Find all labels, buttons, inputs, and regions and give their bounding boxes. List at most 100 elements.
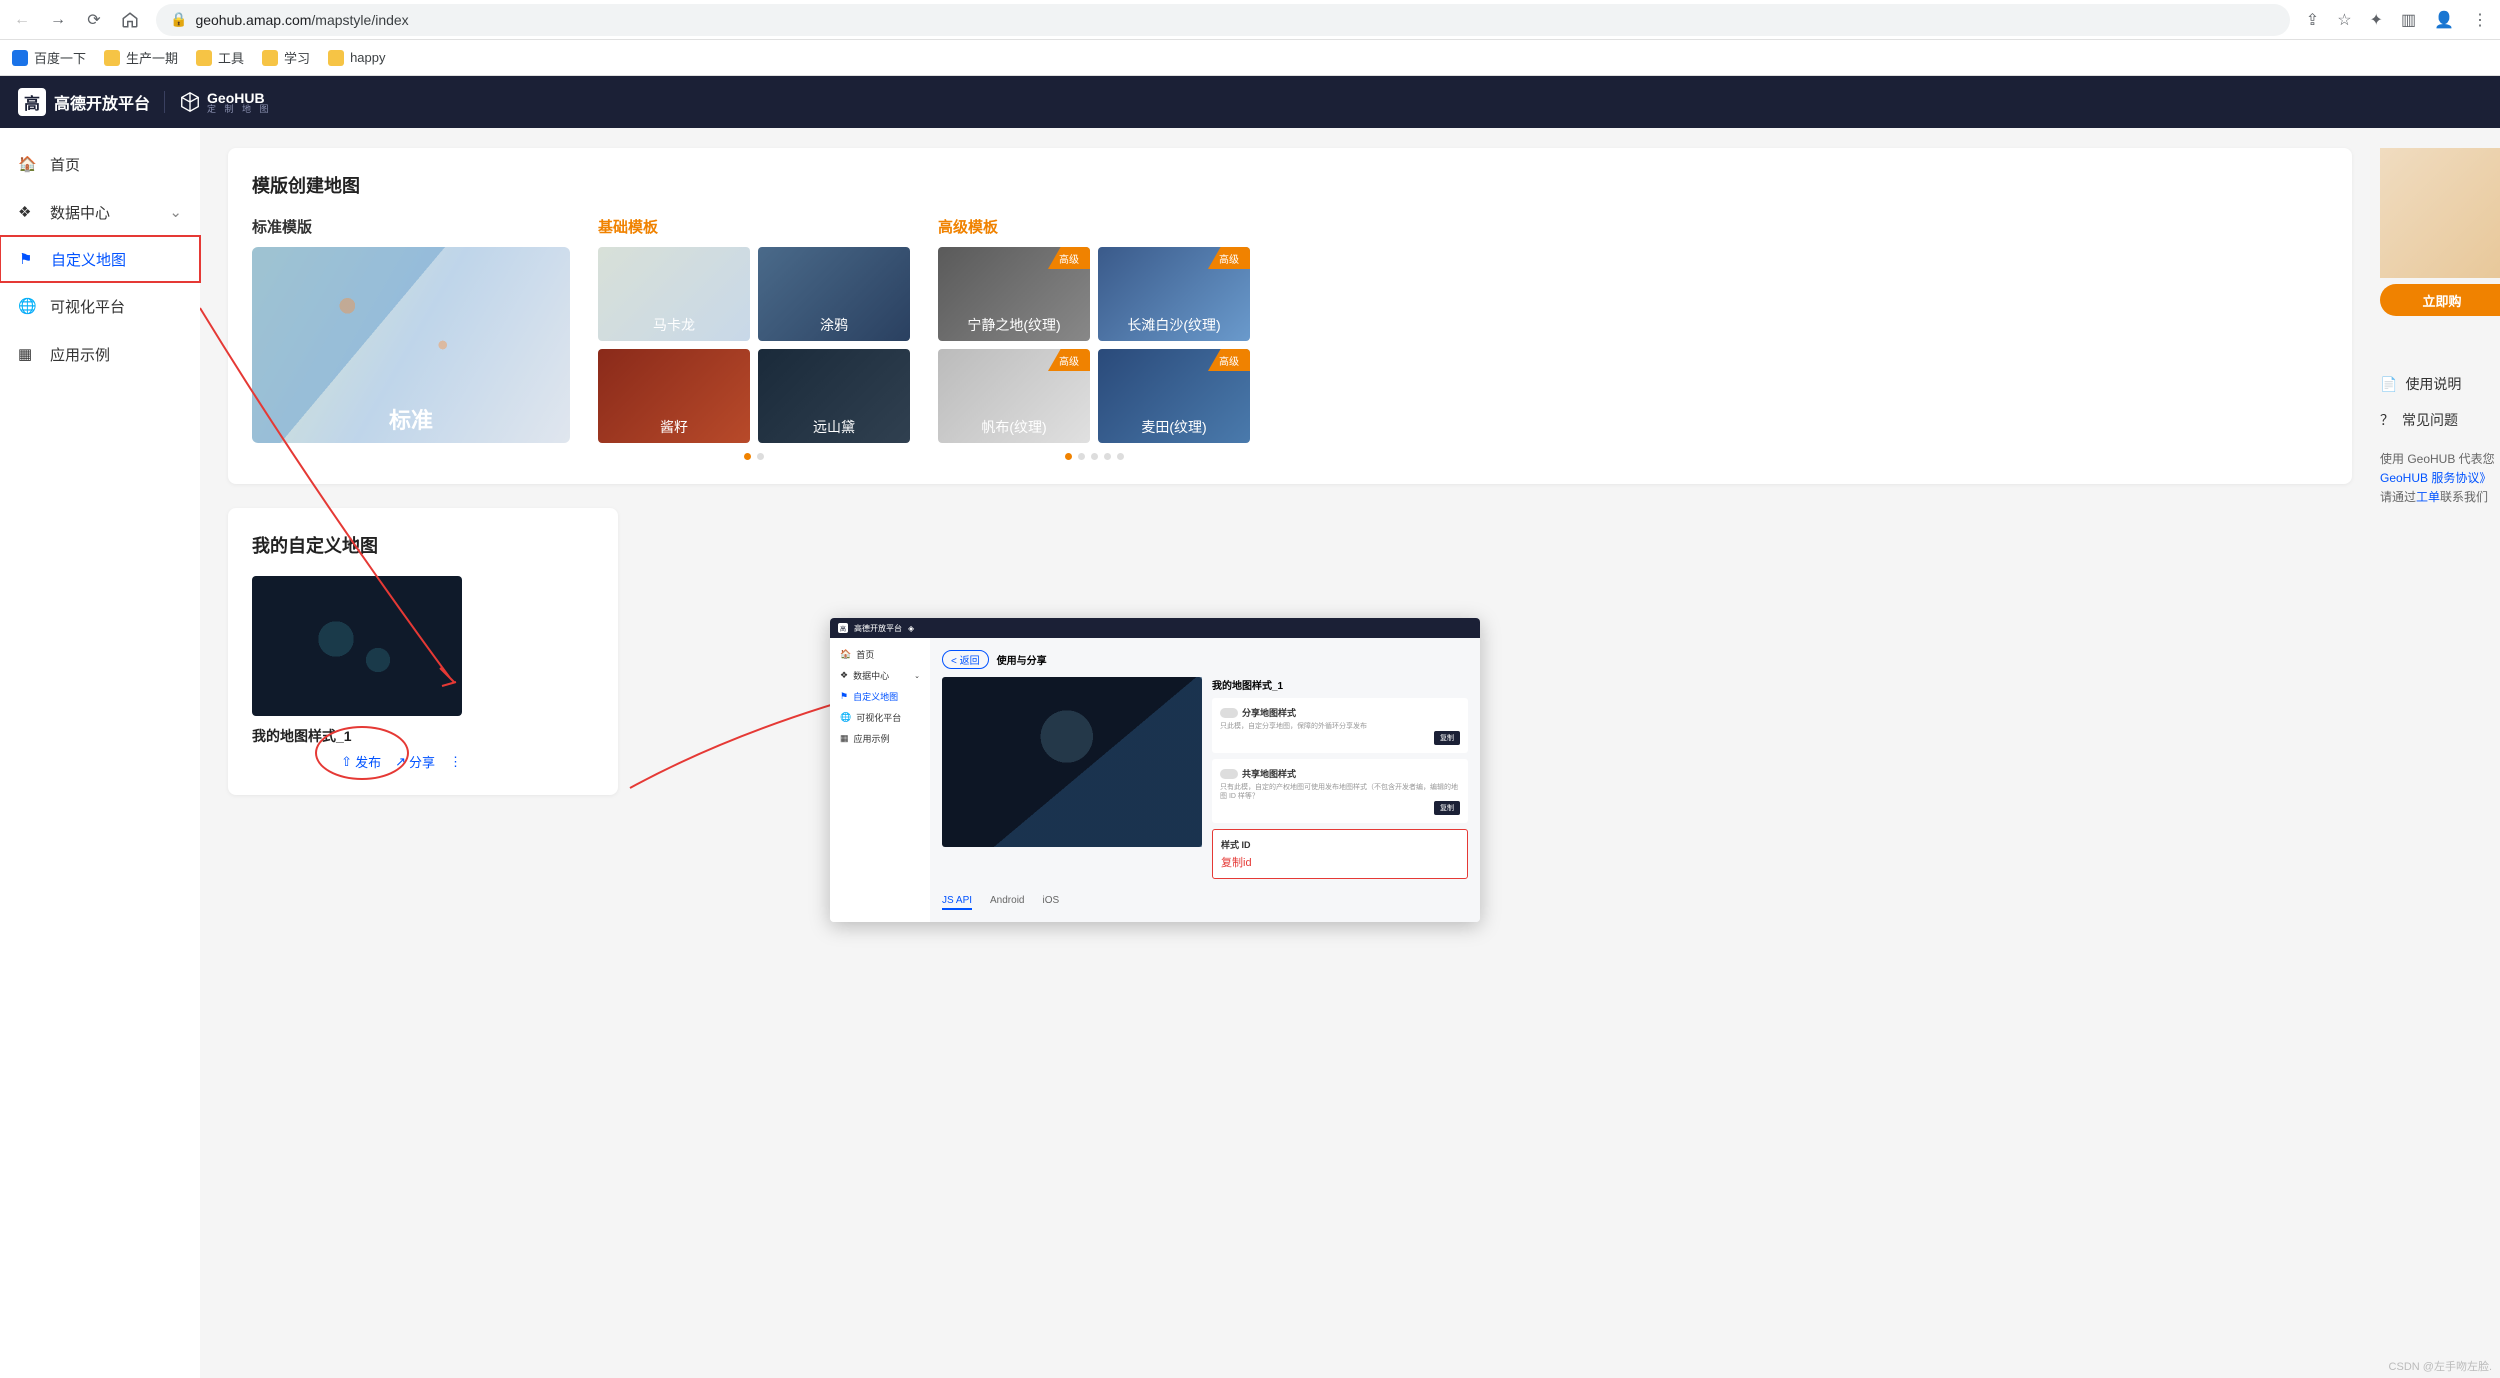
template-card-makalong[interactable]: 马卡龙 [598, 247, 750, 341]
share-icon[interactable]: ⇪ [2306, 10, 2319, 30]
dot[interactable] [1104, 453, 1111, 460]
dot[interactable] [757, 453, 764, 460]
template-card-changtanbaisha[interactable]: 高级长滩白沙(纹理) [1098, 247, 1250, 341]
premium-badge: 高级 [1208, 247, 1250, 269]
bookmark-label: 工具 [218, 48, 244, 67]
embed-side-example[interactable]: ▦ 应用示例 [830, 728, 930, 749]
ticket-link[interactable]: 工单 [2416, 490, 2440, 504]
card-label: 标准 [389, 403, 433, 435]
geohub-logo[interactable]: GeoHUB 定 制 地 图 [179, 91, 272, 114]
home-button[interactable] [120, 10, 140, 30]
sidebar-item-data[interactable]: ❖数据中心⌄ [0, 188, 200, 236]
embed-sidebar: 🏠 首页 ❖ 数据中心⌄ ⚑ 自定义地图 🌐 可视化平台 ▦ 应用示例 [830, 638, 930, 922]
url-text: geohub.amap.com/mapstyle/index [195, 12, 408, 28]
tab-jsapi[interactable]: JS API [942, 895, 972, 910]
template-card-ningjing[interactable]: 高级宁静之地(纹理) [938, 247, 1090, 341]
sidepanel-icon[interactable]: ▥ [2401, 10, 2416, 30]
card-label: 马卡龙 [653, 315, 695, 335]
brand-logo[interactable]: 高 高德开放平台 [18, 88, 150, 116]
share-style-block: 分享地图样式 只此模，自定分享地图，保障的外循环分享发布 复制 [1212, 698, 1468, 753]
template-card-yuanshandai[interactable]: 远山黛 [758, 349, 910, 443]
tab-android[interactable]: Android [990, 895, 1024, 910]
block-title: 样式 ID [1221, 838, 1251, 851]
card-label: 麦田(纹理) [1141, 417, 1206, 437]
dot[interactable] [1078, 453, 1085, 460]
copy-button[interactable]: 复制 [1434, 731, 1460, 745]
action-label: 分享 [409, 752, 435, 771]
folder-icon [104, 50, 120, 66]
block-desc: 只有此模，自定的产权地图可使用发布地图样式（不包含开发者编，编辑的地图 ID 样… [1220, 783, 1460, 801]
bookmark-baidu[interactable]: 百度一下 [12, 48, 86, 67]
folder-icon [328, 50, 344, 66]
extensions-icon[interactable]: ✦ [2370, 10, 2383, 30]
premium-badge: 高级 [1048, 247, 1090, 269]
bookmarks-bar: 百度一下 生产一期 工具 学习 happy [0, 40, 2500, 76]
templates-panel: 模版创建地图 标准模版 标准 基础模板 马卡龙 涂鸦 酱籽 远山黛 [228, 148, 2352, 484]
more-button[interactable]: ⋮ [449, 752, 462, 771]
dot[interactable] [1065, 453, 1072, 460]
bookmark-folder[interactable]: 生产一期 [104, 48, 178, 67]
toggle[interactable] [1220, 769, 1238, 779]
tab-ios[interactable]: iOS [1042, 895, 1059, 910]
bookmark-folder[interactable]: 工具 [196, 48, 244, 67]
embed-side-custom[interactable]: ⚑ 自定义地图 [830, 686, 930, 707]
profile-icon[interactable]: 👤 [2434, 10, 2454, 30]
forward-button[interactable]: → [48, 10, 68, 30]
globe-icon: 🌐 [18, 297, 38, 315]
right-sidebar: 立即购 📄使用说明 ？常见问题 使用 GeoHUB 代表您 GeoHUB 服务协… [2380, 128, 2500, 1378]
embed-side-data[interactable]: ❖ 数据中心⌄ [830, 665, 930, 686]
menu-icon[interactable]: ⋮ [2472, 10, 2488, 30]
folder-icon [262, 50, 278, 66]
template-card-fanbu[interactable]: 高级帆布(纹理) [938, 349, 1090, 443]
block-title: 共享地图样式 [1242, 767, 1296, 780]
baidu-icon [12, 50, 28, 66]
template-card-maitian[interactable]: 高级麦田(纹理) [1098, 349, 1250, 443]
grid-icon: ▦ [18, 345, 38, 363]
embed-side-viz[interactable]: 🌐 可视化平台 [830, 707, 930, 728]
dot[interactable] [744, 453, 751, 460]
my-maps-panel: 我的自定义地图 我的地图样式_1 ⇧发布 ↗分享 ⋮ [228, 508, 618, 795]
browser-actions: ⇪ ☆ ✦ ▥ 👤 ⋮ [2306, 10, 2488, 30]
template-card-jiangzi[interactable]: 酱籽 [598, 349, 750, 443]
buy-button[interactable]: 立即购 [2380, 284, 2500, 316]
sidebar: 🏠首页 ❖数据中心⌄ ⚑自定义地图 🌐可视化平台 ▦应用示例 [0, 128, 200, 1378]
dot[interactable] [1091, 453, 1098, 460]
copy-button[interactable]: 复制 [1434, 801, 1460, 815]
cube-icon [179, 91, 201, 113]
agreement-link[interactable]: GeoHUB 服务协议》 [2380, 471, 2491, 485]
my-map-card[interactable]: 我的地图样式_1 ⇧发布 ↗分享 ⋮ [252, 576, 462, 771]
bookmark-label: 百度一下 [34, 48, 86, 67]
copy-id-annotation: 复制id [1221, 857, 1252, 869]
dot[interactable] [1117, 453, 1124, 460]
app-header: 高 高德开放平台 GeoHUB 定 制 地 图 [0, 76, 2500, 128]
card-label: 涂鸦 [820, 315, 848, 335]
premium-badge: 高级 [1048, 349, 1090, 371]
doc-icon: 📄 [2380, 376, 2397, 393]
sidebar-item-home[interactable]: 🏠首页 [0, 140, 200, 188]
template-card-standard[interactable]: 标准 [252, 247, 570, 443]
help-link-usage[interactable]: 📄使用说明 [2380, 366, 2500, 402]
watermark: CSDN @左手吻左脸. [2389, 1358, 2492, 1374]
card-label: 帆布(纹理) [981, 417, 1046, 437]
template-card-tuya[interactable]: 涂鸦 [758, 247, 910, 341]
embed-brand: 高德开放平台 [854, 623, 902, 634]
column-title-basic: 基础模板 [598, 216, 910, 237]
toggle[interactable] [1220, 708, 1238, 718]
back-button[interactable]: < 返回 [942, 650, 989, 669]
sidebar-item-viz[interactable]: 🌐可视化平台 [0, 282, 200, 330]
column-title-advanced: 高级模板 [938, 216, 1250, 237]
sidebar-item-examples[interactable]: ▦应用示例 [0, 330, 200, 378]
embed-side-home[interactable]: 🏠 首页 [830, 644, 930, 665]
url-bar[interactable]: 🔒 geohub.amap.com/mapstyle/index [156, 4, 2290, 36]
promo-image [2380, 148, 2500, 278]
sidebar-item-custom-map[interactable]: ⚑自定义地图 [0, 235, 201, 283]
reload-button[interactable]: ⟳ [84, 10, 104, 30]
share-button[interactable]: ↗分享 [395, 752, 435, 771]
back-button[interactable]: ← [12, 10, 32, 30]
bookmark-folder[interactable]: happy [328, 50, 385, 66]
bookmark-folder[interactable]: 学习 [262, 48, 310, 67]
help-link-faq[interactable]: ？常见问题 [2380, 402, 2500, 438]
map-preview [942, 677, 1202, 847]
star-icon[interactable]: ☆ [2337, 10, 2351, 30]
embedded-screenshot: 高 高德开放平台 ◈ 🏠 首页 ❖ 数据中心⌄ ⚑ 自定义地图 🌐 可视化平台 … [830, 618, 1480, 922]
